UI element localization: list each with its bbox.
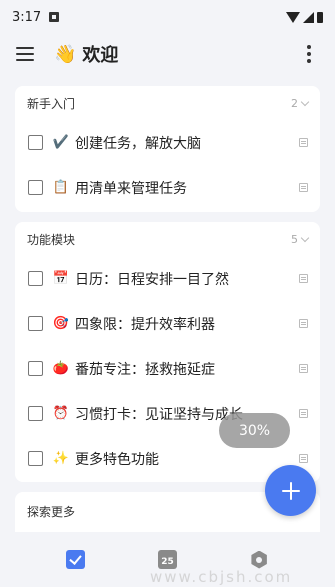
note-icon [299, 138, 308, 147]
notification-icon [49, 12, 60, 22]
progress-toast: 30% [219, 413, 290, 448]
task-checkbox[interactable] [28, 180, 43, 195]
page-title-text: 欢迎 [82, 45, 119, 66]
clipboard-icon: 📋 [52, 180, 70, 195]
chevron-down-icon [300, 233, 310, 242]
status-indicators [286, 11, 323, 23]
sparkles-icon: ✨ [52, 451, 70, 466]
task-title: 番茄专注：拯救拖延症 [75, 361, 215, 378]
tomato-icon: 🍅 [52, 361, 70, 376]
task-item[interactable]: 🎯 四象限：提升效率利器 [15, 301, 320, 346]
alarm-clock-icon: ⏰ [52, 406, 70, 421]
task-checkbox[interactable] [28, 451, 43, 466]
section-title: 功能模块 [27, 232, 76, 247]
note-icon [299, 454, 308, 463]
task-checkbox[interactable] [28, 135, 43, 150]
plus-icon [281, 481, 300, 500]
task-title: 用清单来管理任务 [75, 180, 187, 197]
chevron-down-icon [300, 97, 310, 106]
nav-tasks[interactable] [56, 540, 96, 580]
note-icon [299, 364, 308, 373]
section-title: 探索更多 [27, 504, 76, 519]
task-checkbox[interactable] [28, 406, 43, 421]
task-item[interactable]: 📅 日历：日程安排一目了然 [15, 256, 320, 301]
status-time: 3:17 [12, 9, 42, 25]
menu-icon[interactable] [16, 47, 34, 61]
calendar-icon: 25 [157, 550, 177, 569]
task-title: 日历：日程安排一目了然 [75, 271, 229, 288]
hexagon-settings-icon [251, 550, 267, 569]
section-title: 新手入门 [27, 96, 76, 111]
check-mark-icon: ✔️ [52, 135, 70, 150]
task-item[interactable]: 🍅 番茄专注：拯救拖延症 [15, 346, 320, 391]
calendar-emoji-icon: 📅 [52, 271, 70, 286]
section-header[interactable]: 功能模块 5 [15, 222, 320, 256]
more-options-icon[interactable] [299, 41, 319, 67]
signal-icon [303, 11, 314, 23]
note-icon [299, 319, 308, 328]
waving-hand-icon: 👋 [54, 43, 77, 65]
checkbox-tasks-icon [66, 550, 86, 569]
task-title: 创建任务，解放大脑 [75, 135, 201, 152]
task-checkbox[interactable] [28, 316, 43, 331]
wifi-icon [286, 11, 300, 23]
note-icon [299, 183, 308, 192]
task-title: 习惯打卡：见证坚持与成长 [75, 406, 243, 423]
task-checkbox[interactable] [28, 361, 43, 376]
status-bar: 3:17 [0, 0, 335, 34]
task-item[interactable]: 📋 用清单来管理任务 [15, 165, 320, 210]
task-title: 更多特色功能 [75, 451, 159, 468]
note-icon [299, 409, 308, 418]
note-icon [299, 274, 308, 283]
watermark: www.cbjsh.com [150, 568, 293, 586]
battery-icon [317, 11, 323, 23]
task-item[interactable]: ✔️ 创建任务，解放大脑 [15, 120, 320, 165]
target-icon: 🎯 [52, 316, 70, 331]
section-getting-started: 新手入门 2 ✔️ 创建任务，解放大脑 📋 用清单来管理任务 [15, 86, 320, 212]
section-count: 2 [291, 97, 310, 110]
task-title: 四象限：提升效率利器 [75, 316, 215, 333]
add-task-button[interactable] [265, 465, 316, 516]
task-checkbox[interactable] [28, 271, 43, 286]
app-bar: 👋 欢迎 [0, 34, 335, 74]
section-count: 5 [291, 233, 310, 246]
section-header[interactable]: 新手入门 2 [15, 86, 320, 120]
page-title: 👋 欢迎 [54, 41, 118, 67]
